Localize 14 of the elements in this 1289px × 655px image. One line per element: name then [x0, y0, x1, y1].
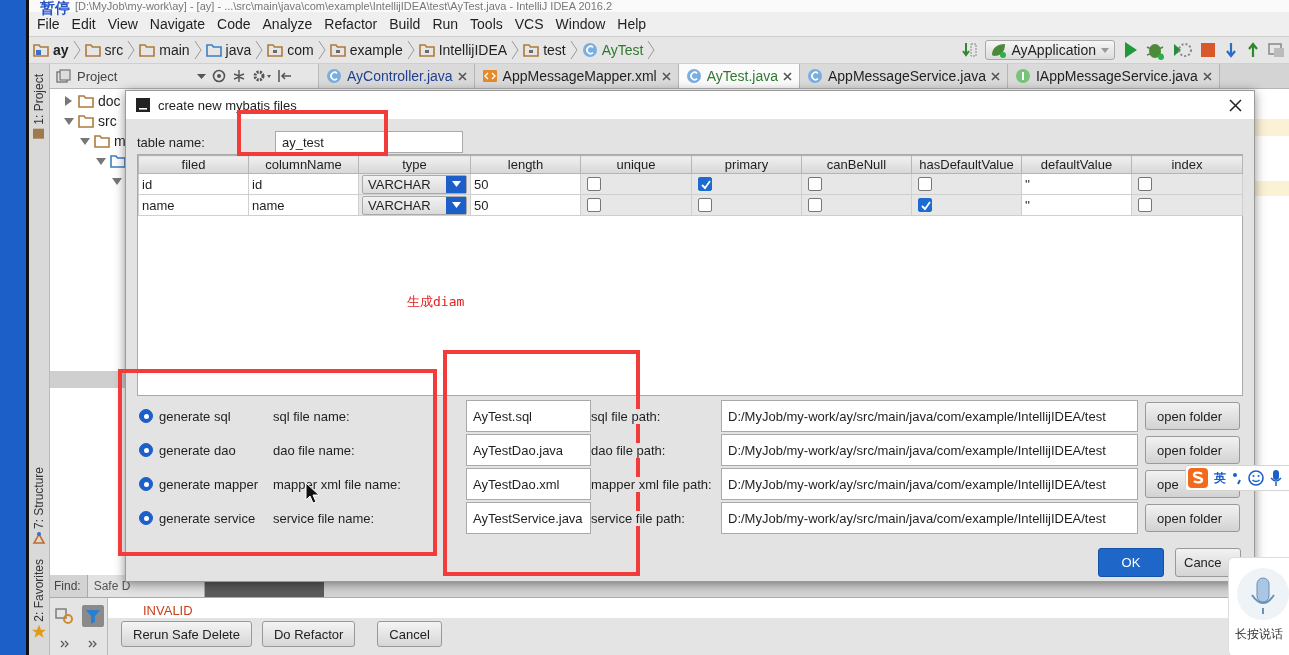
- window-title: [D:\MyJob\my-work\ay] - [ay] - ...\src\main\java\com\example\IntellijIDEA\test\AyTest.java - IntelliJ IDEA 2016.2: [75, 0, 613, 12]
- status-text: INVALID: [143, 603, 193, 618]
- field-label: dao file path:: [591, 442, 666, 458]
- field-label: table name:: [137, 134, 206, 150]
- dialog-title: create new mybatis files: [158, 97, 297, 113]
- table-cell: id: [138, 173, 249, 195]
- table-cell: name: [138, 194, 249, 216]
- field-label: service file path:: [591, 510, 685, 526]
- field-label: sql file path:: [591, 408, 661, 424]
- overlay-label: 暂停: [40, 0, 70, 18]
- find-label: Find:: [53, 579, 82, 593]
- annotation-text: 生成diam: [407, 293, 465, 311]
- voice-hint: 长按说话: [1235, 626, 1284, 643]
- field-label: mapper xml file path:: [591, 476, 712, 492]
